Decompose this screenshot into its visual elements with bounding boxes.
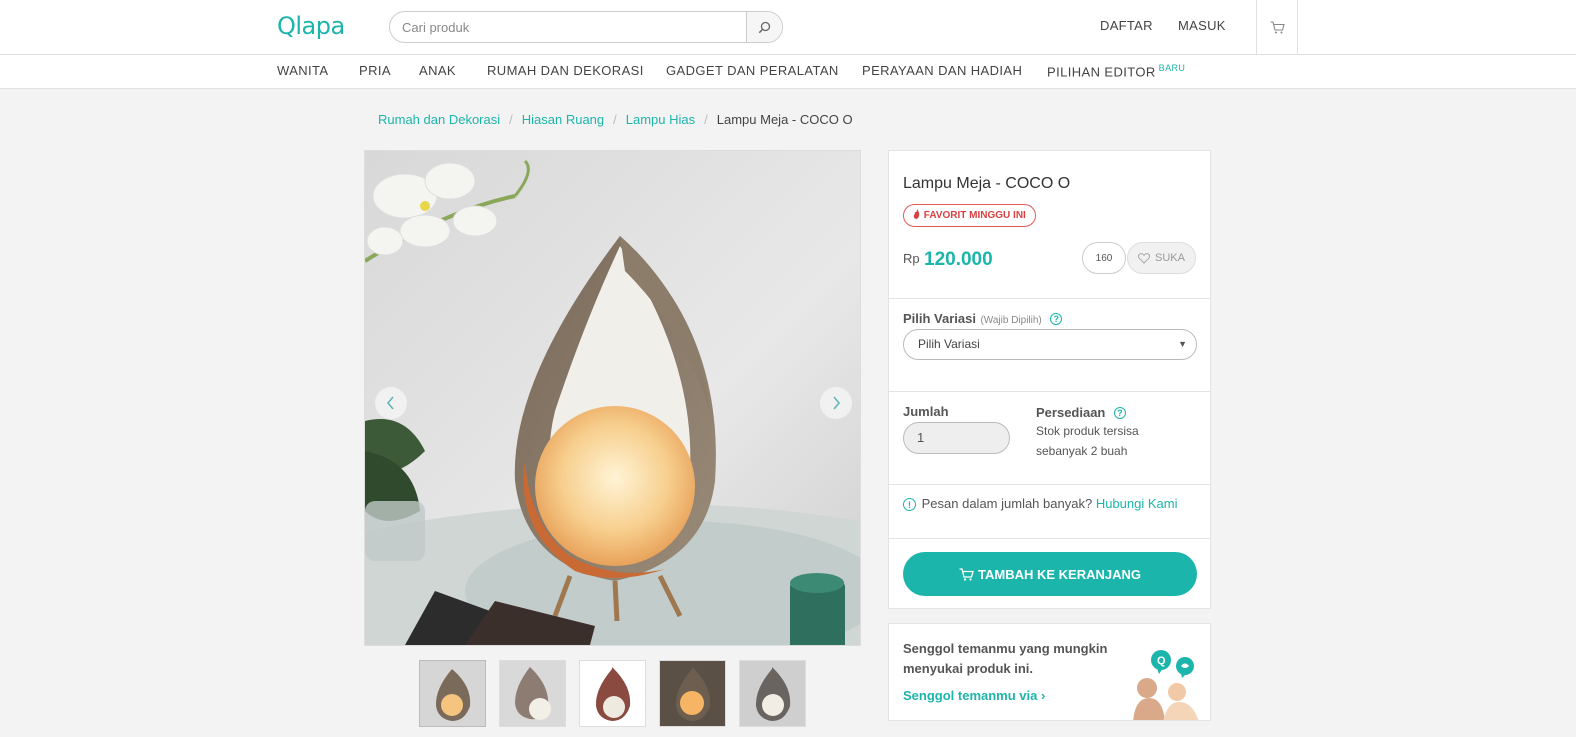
price-currency: Rp <box>903 251 920 266</box>
variant-select-value: Pilih Variasi <box>918 337 980 351</box>
product-price: 120.000 <box>924 249 993 270</box>
top-header: Qlapa DAFTAR MASUK <box>0 0 1576 55</box>
breadcrumb-separator: / <box>613 112 617 127</box>
breadcrumb-item-lampu-hias[interactable]: Lampu Hias <box>626 112 695 127</box>
category-gadget[interactable]: GADGET DAN PERALATAN <box>666 63 839 78</box>
category-wanita[interactable]: WANITA <box>277 63 329 78</box>
breadcrumb-separator: / <box>509 112 513 127</box>
category-nav: WANITA PRIA ANAK RUMAH DAN DEKORASI GADG… <box>0 55 1576 89</box>
contact-us-link[interactable]: Hubungi Kami <box>1096 496 1178 511</box>
category-pilihan-editor-label: PILIHAN EDITOR <box>1047 64 1156 80</box>
thumbnail-image <box>580 661 645 726</box>
product-info-panel: Lampu Meja - COCO O FAVORIT MINGGU INI R… <box>888 150 1211 609</box>
variant-select[interactable]: Pilih Variasi ▼ <box>903 329 1197 360</box>
breadcrumb-current: Lampu Meja - COCO O <box>716 112 853 127</box>
category-rumah-dekorasi[interactable]: RUMAH DAN DEKORASI <box>487 63 644 78</box>
login-link[interactable]: MASUK <box>1178 18 1226 33</box>
thumbnail-image <box>660 661 725 726</box>
share-panel: Senggol temanmu yang mungkin menyukai pr… <box>888 623 1211 721</box>
share-link-label: Senggol temanmu via <box>903 688 1038 703</box>
search-input[interactable] <box>390 12 747 42</box>
product-main-image[interactable] <box>364 150 861 646</box>
add-to-cart-label: TAMBAH KE KERANJANG <box>978 566 1141 582</box>
prev-image-button[interactable] <box>375 387 407 419</box>
search-icon <box>758 21 771 33</box>
chevron-right-icon <box>833 396 841 410</box>
product-thumbnail[interactable] <box>739 660 806 727</box>
stock-text: Stok produk tersisa sebanyak 2 buah <box>1036 424 1139 458</box>
breadcrumb-item-hiasan-ruang[interactable]: Hiasan Ruang <box>522 112 604 127</box>
variant-required-note: (Wajib Dipilih) <box>980 315 1042 326</box>
breadcrumb-separator: / <box>704 112 708 127</box>
stock-label-row: Persediaan ? <box>1036 404 1126 422</box>
like-count: 160 <box>1082 242 1126 274</box>
favorite-badge-label: FAVORIT MINGGU INI <box>923 210 1026 221</box>
breadcrumb-item-rumah-dekorasi[interactable]: Rumah dan Dekorasi <box>378 112 500 127</box>
thumbnail-image <box>500 661 565 726</box>
cart-icon <box>1270 20 1285 33</box>
help-icon[interactable]: ? <box>1113 406 1126 419</box>
like-button-label: SUKA <box>1155 252 1185 264</box>
variant-label: Pilih Variasi <box>903 311 976 326</box>
bulk-order-section <box>889 485 1210 539</box>
product-thumbnail[interactable] <box>579 660 646 727</box>
add-to-cart-button[interactable]: TAMBAH KE KERANJANG <box>903 552 1197 596</box>
bulk-order-row: ! Pesan dalam jumlah banyak? Hubungi Kam… <box>903 496 1178 512</box>
chevron-left-icon <box>386 396 394 410</box>
search-box <box>389 11 783 43</box>
search-button[interactable] <box>746 12 782 42</box>
quantity-input[interactable]: 1 <box>903 422 1010 454</box>
flame-icon <box>913 209 920 219</box>
category-pria[interactable]: PRIA <box>359 63 391 78</box>
register-link[interactable]: DAFTAR <box>1100 18 1153 33</box>
share-link[interactable]: Senggol temanmu via › <box>903 688 1045 703</box>
category-anak[interactable]: ANAK <box>419 63 456 78</box>
product-thumbnail[interactable] <box>659 660 726 727</box>
favorite-badge: FAVORIT MINGGU INI <box>903 204 1036 227</box>
thumbnail-image <box>740 661 805 726</box>
chevron-down-icon: ▼ <box>1178 339 1187 349</box>
variant-label-row: Pilih Variasi (Wajib Dipilih) ? <box>903 310 1063 328</box>
product-header-section: Lampu Meja - COCO O FAVORIT MINGGU INI R… <box>889 151 1210 299</box>
share-text: Senggol temanmu yang mungkin menyukai pr… <box>903 641 1108 676</box>
like-button[interactable]: SUKA <box>1127 242 1196 274</box>
info-icon: ! <box>903 498 916 512</box>
breadcrumb: Rumah dan Dekorasi / Hiasan Ruang / Lampu Hi… <box>378 112 853 127</box>
stock-label: Persediaan <box>1036 405 1106 420</box>
heart-icon <box>1138 252 1151 264</box>
next-image-button[interactable] <box>820 387 852 419</box>
new-badge: BARU <box>1158 63 1186 73</box>
product-title: Lampu Meja - COCO O <box>903 175 1071 192</box>
cart-icon <box>959 567 974 581</box>
cart-button[interactable] <box>1256 0 1298 54</box>
quantity-label: Jumlah <box>903 404 949 419</box>
lamp-photo <box>365 151 860 645</box>
bulk-order-text: Pesan dalam jumlah banyak? <box>921 496 1093 511</box>
chevron-right-icon: › <box>1041 688 1046 703</box>
svg-text:Q: Q <box>1157 655 1166 667</box>
qlapa-logo[interactable]: Qlapa <box>277 12 345 40</box>
category-pilihan-editor[interactable]: PILIHAN EDITOR BARU <box>1047 63 1185 79</box>
friends-illustration: Q <box>1133 650 1199 720</box>
help-icon[interactable]: ? <box>1050 312 1063 325</box>
category-perayaan[interactable]: PERAYAAN DAN HADIAH <box>862 63 1022 78</box>
product-thumbnail[interactable] <box>419 660 486 727</box>
thumbnail-image <box>420 661 485 726</box>
product-thumbnail[interactable] <box>499 660 566 727</box>
